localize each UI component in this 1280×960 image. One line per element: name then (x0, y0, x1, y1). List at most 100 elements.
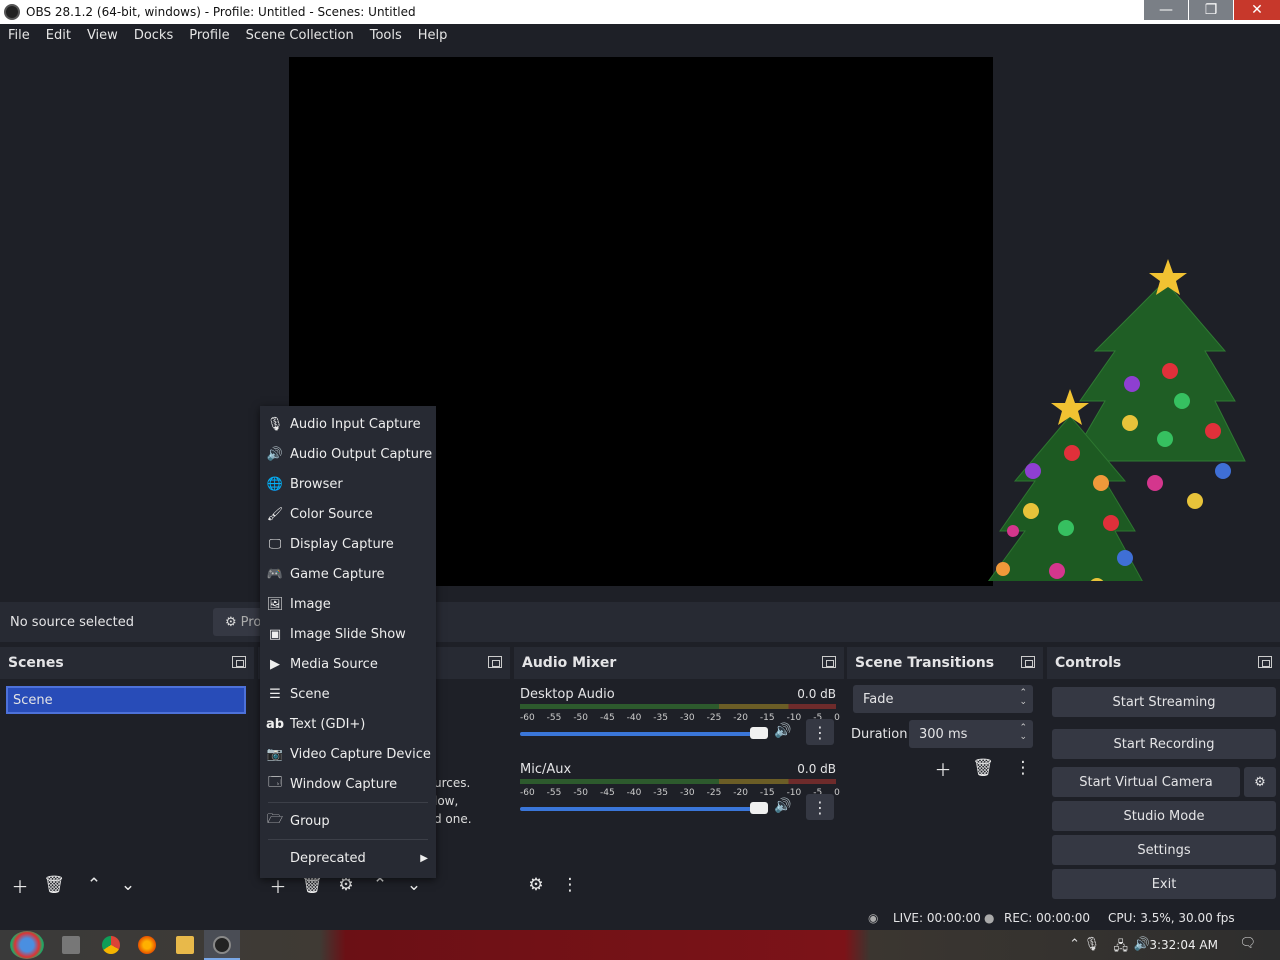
menu-docks[interactable]: Docks (126, 28, 181, 43)
menu-item-deprecated[interactable]: Deprecated ▶ (260, 845, 436, 871)
menu-profile[interactable]: Profile (181, 28, 237, 43)
start-recording-button[interactable]: Start Recording (1052, 729, 1276, 759)
transitions-toolbar: ＋ 🗑 ⋮ (923, 755, 1037, 781)
menu-item-label: Deprecated (290, 850, 366, 866)
add-source-menu: 🎙 Audio Input Capture 🔊 Audio Output Captu… (260, 406, 436, 878)
menu-item-game-capture[interactable]: 🎮 Game Capture (260, 561, 436, 587)
menu-item-display-capture[interactable]: 🖵 Display Capture (260, 531, 436, 557)
controls-title: Controls (1055, 655, 1122, 671)
menu-item-audio-output-capture[interactable]: 🔊 Audio Output Capture (260, 441, 436, 467)
add-scene-button[interactable]: ＋ (6, 872, 34, 898)
close-button[interactable]: ✕ (1234, 0, 1280, 20)
trash-icon: 🗑 (972, 758, 994, 778)
float-dock-icon[interactable] (232, 656, 246, 668)
volume-slider-handle[interactable] (750, 802, 768, 814)
move-scene-down-button[interactable]: ⌄ (114, 872, 142, 898)
menu-item-text-gdi[interactable]: ab Text (GDI+) (260, 711, 436, 737)
menu-item-audio-input-capture[interactable]: 🎙 Audio Input Capture (260, 411, 436, 437)
virtual-camera-settings-button[interactable]: ⚙ (1244, 767, 1276, 797)
studio-mode-button[interactable]: Studio Mode (1052, 801, 1276, 831)
task-view-icon[interactable] (62, 936, 80, 954)
preview-area[interactable] (0, 46, 1280, 602)
channel-db: 0.0 dB (797, 687, 836, 701)
microphone-tray-icon[interactable]: 🎙 (1083, 937, 1100, 952)
restore-button[interactable]: ❐ (1189, 0, 1233, 20)
advanced-audio-button[interactable]: ⚙ (522, 872, 550, 898)
menu-item-color-source[interactable]: 🖌 Color Source (260, 501, 436, 527)
file-explorer-icon[interactable] (176, 936, 194, 954)
menu-item-scene[interactable]: ☰ Scene (260, 681, 436, 707)
mixer-menu-button[interactable]: ⋮ (556, 872, 584, 898)
transition-menu-button[interactable]: ⋮ (1009, 755, 1037, 781)
volume-slider-handle[interactable] (750, 727, 768, 739)
start-button-icon[interactable] (10, 931, 44, 959)
remove-scene-button[interactable]: 🗑 (40, 872, 68, 898)
sources-hint-line-2: low, (434, 794, 459, 808)
float-dock-icon[interactable] (1258, 656, 1272, 668)
minimize-button[interactable]: — (1144, 0, 1188, 20)
menu-item-label: Scene (290, 686, 330, 702)
taskbar-clock[interactable]: 3:32:04 AM (1149, 938, 1218, 952)
add-transition-button[interactable]: ＋ (929, 755, 957, 781)
network-tray-icon[interactable]: 🖧 (1114, 937, 1129, 959)
obs-taskbar-button[interactable] (204, 930, 240, 960)
transition-selected: Fade (863, 691, 894, 707)
menu-item-browser[interactable]: 🌐 Browser (260, 471, 436, 497)
settings-button[interactable]: Settings (1052, 835, 1276, 865)
menu-item-label: Audio Input Capture (290, 416, 421, 432)
menu-file[interactable]: File (0, 28, 38, 43)
move-scene-up-button[interactable]: ⌃ (80, 872, 108, 898)
globe-icon: 🌐 (266, 476, 284, 492)
title-bar: OBS 28.1.2 (64-bit, windows) - Profile: … (0, 0, 1280, 24)
tick-label: -35 (653, 788, 668, 798)
volume-tray-icon[interactable]: 🔊 (1134, 937, 1150, 952)
speaker-icon[interactable]: 🔊 (774, 723, 791, 739)
scenes-dock-header: Scenes (0, 647, 254, 679)
menu-item-label: Audio Output Capture (290, 446, 433, 462)
float-dock-icon[interactable] (822, 656, 836, 668)
transition-select[interactable]: Fade ⌃ ⌄ (853, 685, 1033, 713)
volume-slider-track[interactable] (520, 732, 766, 736)
start-streaming-button[interactable]: Start Streaming (1052, 687, 1276, 717)
scene-item-label: Scene (13, 692, 53, 708)
remove-transition-button[interactable]: 🗑 (969, 755, 997, 781)
live-timer: LIVE: 00:00:00 (893, 911, 981, 925)
audio-mixer-title: Audio Mixer (522, 655, 617, 671)
menu-item-group[interactable]: 🗁 Group (260, 808, 436, 834)
menu-help[interactable]: Help (410, 28, 456, 43)
firefox-icon[interactable] (138, 936, 156, 954)
menu-item-label: Image (290, 596, 331, 612)
start-virtual-camera-button[interactable]: Start Virtual Camera (1052, 767, 1240, 797)
menu-tools[interactable]: Tools (362, 28, 410, 43)
menu-item-label: Display Capture (290, 536, 394, 552)
menu-item-media-source[interactable]: ▶ Media Source (260, 651, 436, 677)
float-dock-icon[interactable] (488, 656, 502, 668)
duration-spinbox[interactable]: 300 ms ⌃ ⌄ (909, 720, 1033, 748)
gears-icon: ⚙ (528, 875, 544, 895)
menu-item-window-capture[interactable]: 🗔 Window Capture (260, 771, 436, 797)
channel-menu-button[interactable]: ⋮ (806, 794, 834, 820)
duration-label: Duration (851, 727, 908, 742)
exit-button[interactable]: Exit (1052, 869, 1276, 899)
menu-scene-collection[interactable]: Scene Collection (238, 28, 362, 43)
channel-name: Mic/Aux (520, 762, 572, 777)
volume-slider-track[interactable] (520, 807, 766, 811)
menu-item-video-capture-device[interactable]: 📷 Video Capture Device (260, 741, 436, 767)
menu-view[interactable]: View (79, 28, 126, 43)
tick-label: -15 (759, 788, 775, 798)
chrome-icon[interactable] (102, 936, 120, 954)
duration-value: 300 ms (919, 726, 968, 742)
tick-label: 0 (834, 788, 840, 798)
scene-list-item[interactable]: Scene (6, 686, 246, 714)
tick-label: -50 (573, 788, 589, 798)
controls-body: Start Streaming Start Recording Start Vi… (1047, 679, 1280, 905)
float-dock-icon[interactable] (1021, 656, 1035, 668)
tick-label: -50 (573, 713, 589, 723)
menu-edit[interactable]: Edit (38, 28, 79, 43)
menu-item-image-slide-show[interactable]: ▣ Image Slide Show (260, 621, 436, 647)
menu-item-image[interactable]: 🖼 Image (260, 591, 436, 617)
channel-menu-button[interactable]: ⋮ (806, 719, 834, 745)
speaker-icon[interactable]: 🔊 (774, 798, 791, 814)
tray-chevron-up-icon[interactable]: ⌃ (1069, 937, 1080, 952)
notifications-icon[interactable]: 🗨 (1239, 936, 1256, 951)
